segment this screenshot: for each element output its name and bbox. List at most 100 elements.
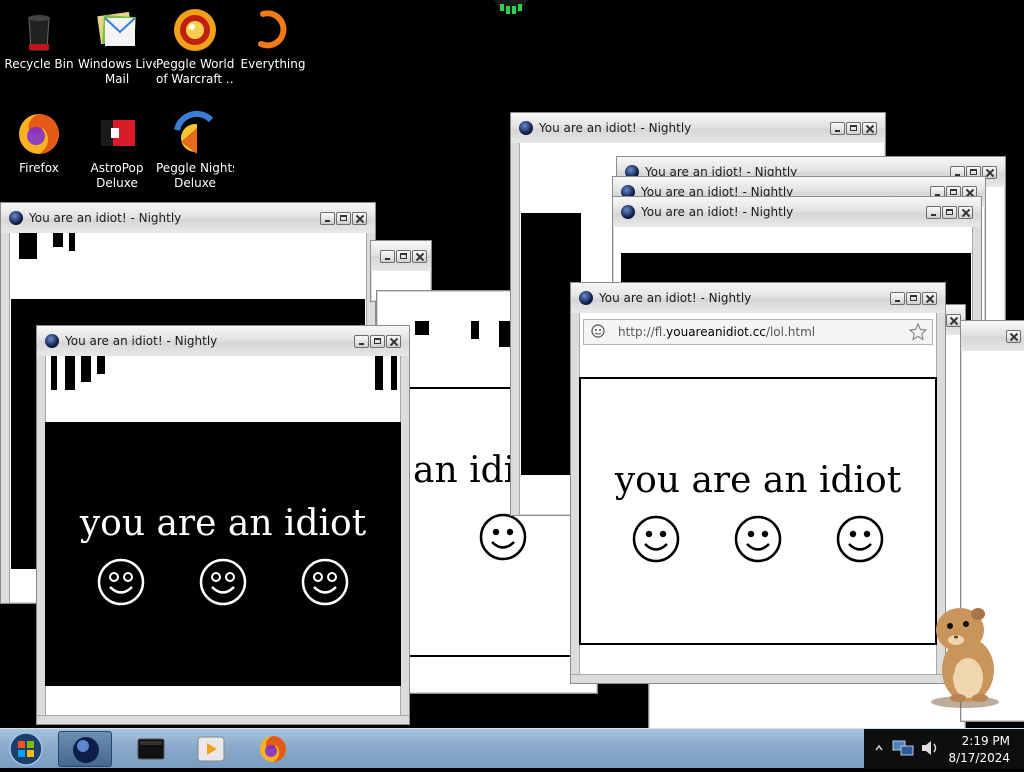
minimize-button[interactable] [926, 206, 941, 219]
close-button[interactable] [862, 122, 877, 135]
nightly-icon [579, 291, 593, 305]
message-panel: you are an idiot [45, 422, 401, 686]
system-tray: 2:19 PM 8/17/2024 [864, 729, 1024, 769]
window-frame [1, 233, 10, 603]
taskbar-firefox[interactable] [246, 731, 300, 767]
message-panel: you are an idiot [579, 377, 937, 645]
window-frame [511, 143, 520, 515]
bookmark-star-icon[interactable] [908, 322, 928, 342]
title-bar[interactable]: You are an idiot! - Nightly [37, 326, 409, 356]
desktop-icon-label: Firefox [19, 161, 59, 175]
window-title: You are an idiot! - Nightly [65, 334, 218, 348]
idiot-popup-window-k[interactable]: You are an idiot! - Nightly http://fl.yo… [570, 282, 946, 684]
desktop-icon-firefox[interactable]: Firefox [0, 104, 78, 176]
desktop-icon-label-line2: of Warcraft ... [156, 72, 234, 86]
desktop-icon-label: Windows Live [78, 57, 156, 71]
maximize-button[interactable] [942, 206, 957, 219]
desktop-icon-label: Everything [240, 57, 306, 71]
smiley-icon [199, 558, 247, 605]
taskbar-nightly[interactable] [58, 731, 112, 767]
maximize-button[interactable] [336, 212, 351, 225]
render-glitch [19, 233, 75, 259]
nightly-icon [73, 737, 99, 763]
mail-icon [97, 11, 136, 46]
peggle-nights-icon [174, 110, 217, 158]
title-bar[interactable]: You are an idiot! - Nightly [511, 113, 885, 143]
smiley-icon [301, 558, 349, 605]
desktop-icon-peggle-world[interactable]: Peggle World of Warcraft ... [156, 0, 234, 87]
desktop-icon-windows-live-mail[interactable]: Windows Live Mail [78, 0, 156, 87]
smiley-icon [632, 515, 680, 562]
volume-icon[interactable] [920, 739, 940, 757]
title-bar[interactable] [961, 321, 1024, 351]
idiot-popup-window-j[interactable]: You are an idiot! - Nightly you are an i… [36, 325, 410, 725]
render-glitch [51, 356, 397, 390]
nightly-icon [519, 121, 533, 135]
maximize-button[interactable] [396, 250, 411, 263]
hamster-image [931, 608, 999, 708]
desktop-icon-label: Recycle Bin [4, 57, 74, 71]
minimize-button[interactable] [380, 250, 395, 263]
message-text: you are an idiot [614, 459, 902, 501]
minimize-button[interactable] [830, 122, 845, 135]
title-bar[interactable]: You are an idiot! - Nightly [613, 197, 981, 227]
clock-time[interactable]: 2:19 PM [962, 734, 1010, 748]
minimize-button[interactable] [890, 292, 905, 305]
desktop-icon-everything[interactable]: Everything [234, 0, 312, 72]
url-prefix: http://fl. [618, 325, 667, 339]
desktop-icon-label-line2: Mail [104, 72, 130, 86]
desktop-icon-peggle-nights[interactable]: Peggle Nights Deluxe [156, 104, 234, 191]
window-frame [571, 674, 945, 683]
window-title: You are an idiot! - Nightly [641, 205, 794, 219]
maximize-button[interactable] [370, 335, 385, 348]
url-text[interactable]: http://fl.youareanidiot.cc/lol.html [618, 325, 815, 339]
clock-date[interactable]: 8/17/2024 [948, 751, 1010, 765]
maximize-button[interactable] [906, 292, 921, 305]
title-bar[interactable]: You are an idiot! - Nightly [1, 203, 375, 233]
title-bar[interactable]: You are an idiot! - Nightly [571, 283, 945, 313]
close-button[interactable] [946, 314, 961, 327]
close-button[interactable] [922, 292, 937, 305]
start-button[interactable] [6, 730, 46, 768]
window-frame [400, 356, 409, 724]
terminal-icon [137, 738, 165, 760]
smiley-row [97, 558, 349, 606]
show-hidden-icons-icon[interactable] [874, 743, 884, 753]
site-identity-icon[interactable] [591, 324, 605, 338]
desktop-icon-label-line2: Deluxe [174, 176, 216, 190]
media-player-icon [197, 736, 225, 762]
title-bar[interactable] [371, 241, 431, 271]
nightly-icon [45, 334, 59, 348]
firefox-icon [19, 114, 59, 154]
minimize-button[interactable] [354, 335, 369, 348]
desktop-icon-recycle-bin[interactable]: Recycle Bin [0, 0, 78, 72]
maximize-button[interactable] [846, 122, 861, 135]
desktop-icon-label: Peggle Nights [156, 161, 234, 175]
desktop-icon-label: AstroPop [90, 161, 144, 175]
network-icon[interactable] [892, 739, 914, 757]
desktop-icon-astropop[interactable]: AstroPop Deluxe [78, 104, 156, 191]
close-button[interactable] [958, 206, 973, 219]
smiley-icon [97, 558, 145, 605]
close-button[interactable] [412, 250, 427, 263]
url-host: youareanidiot.cc [666, 325, 766, 339]
taskbar-media-player[interactable] [184, 731, 238, 767]
minimize-button[interactable] [320, 212, 335, 225]
address-bar[interactable]: http://fl.youareanidiot.cc/lol.html [583, 319, 933, 345]
peggle-world-icon [174, 9, 216, 51]
close-button[interactable] [1006, 330, 1021, 343]
window-frame [37, 715, 409, 724]
close-button[interactable] [386, 335, 401, 348]
close-button[interactable] [352, 212, 367, 225]
desktop: Recycle Bin Windows Live Mail Peggle Wor… [0, 0, 1024, 728]
window-title: You are an idiot! - Nightly [539, 121, 692, 135]
astropop-icon [101, 120, 135, 146]
window-title: You are an idiot! - Nightly [599, 291, 752, 305]
taskbar-terminal[interactable] [124, 731, 178, 767]
url-path: /lol.html [765, 325, 816, 339]
everything-icon [258, 10, 287, 49]
smiley-icon [836, 515, 884, 562]
green-notch-decoration [494, 0, 528, 14]
message-text: you are an idiot [79, 502, 367, 544]
nightly-icon [9, 211, 23, 225]
